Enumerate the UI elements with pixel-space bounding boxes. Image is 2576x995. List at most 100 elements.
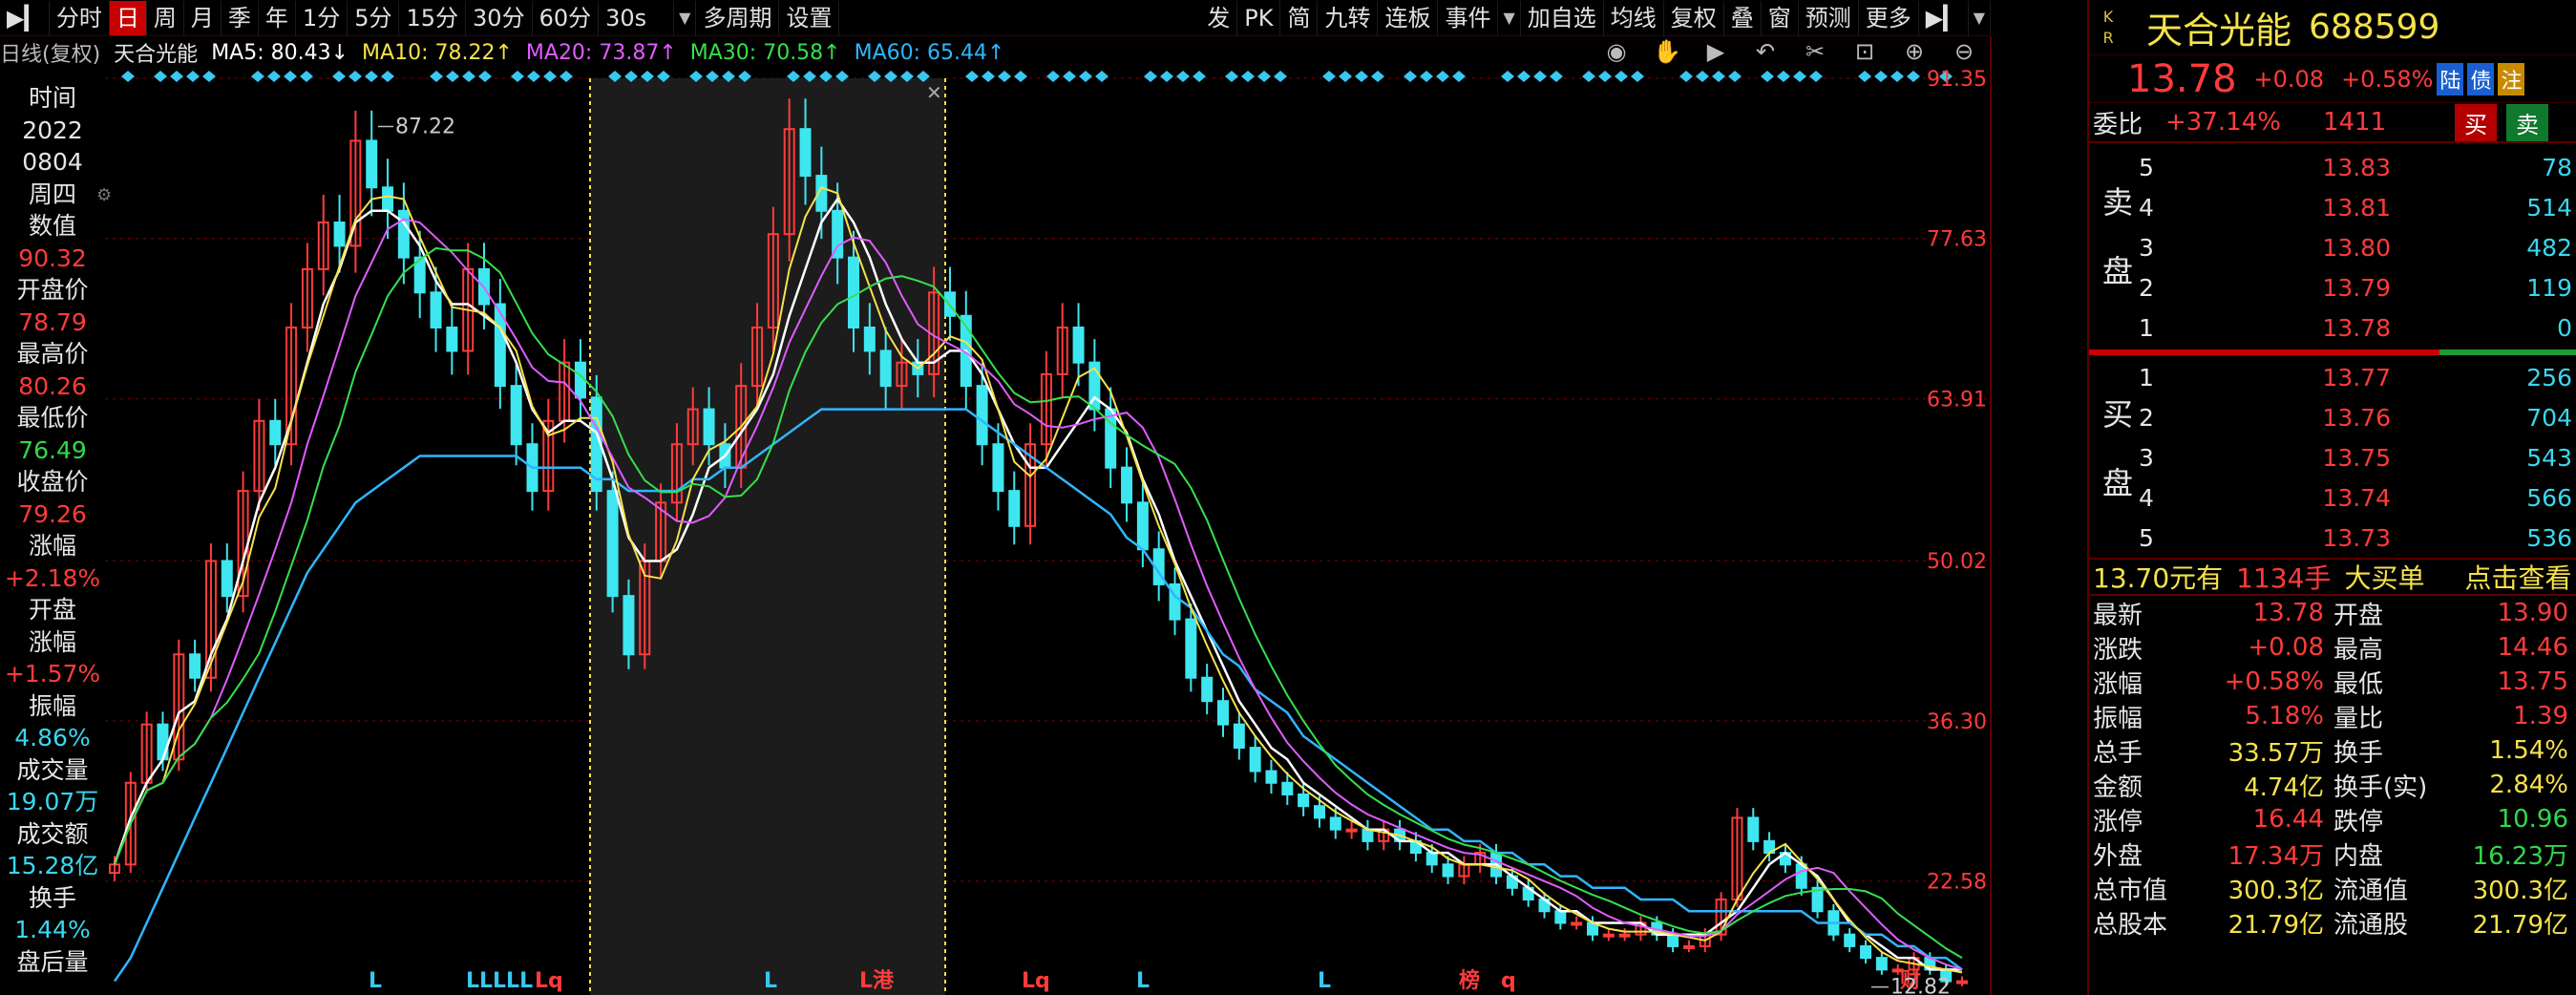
event-diamond[interactable] xyxy=(430,71,443,82)
event-diamond[interactable] xyxy=(1257,71,1271,82)
tab-60min[interactable]: 60分 xyxy=(533,0,600,35)
event-diamond[interactable] xyxy=(1322,71,1336,82)
bottom-marker[interactable]: L港 xyxy=(859,969,895,993)
event-diamond[interactable] xyxy=(1404,71,1417,82)
event-diamond[interactable] xyxy=(1176,71,1190,82)
ask-row-2[interactable]: 2 13.79 119 xyxy=(2089,267,2576,307)
event-diamond[interactable] xyxy=(1160,71,1173,82)
bottom-marker[interactable]: LLLLL xyxy=(466,969,533,993)
event-diamond[interactable] xyxy=(446,71,459,82)
bottom-marker[interactable]: q xyxy=(1501,969,1516,993)
tab-1min[interactable]: 1分 xyxy=(296,0,348,35)
tab-month[interactable]: 月 xyxy=(184,0,222,35)
event-diamond[interactable] xyxy=(365,71,378,82)
bid-row-2[interactable]: 2 13.76 704 xyxy=(2089,397,2576,437)
tab-30min[interactable]: 30分 xyxy=(466,0,533,35)
event-diamond[interactable] xyxy=(1712,71,1725,82)
period-label[interactable]: 日线(复权) xyxy=(0,37,100,68)
event-diamond[interactable] xyxy=(1598,71,1612,82)
more-button[interactable]: 更多 xyxy=(1859,0,1919,35)
ask-row-4[interactable]: 4 13.81 514 xyxy=(2089,187,2576,227)
event-diamond[interactable] xyxy=(1631,71,1644,82)
event-diamond[interactable] xyxy=(1761,71,1774,82)
adjust-button[interactable]: 复权 xyxy=(1664,0,1724,35)
nine-turn-button[interactable]: 九转 xyxy=(1318,0,1379,35)
event-diamond[interactable] xyxy=(1615,71,1628,82)
event-diamond[interactable] xyxy=(154,71,167,82)
event-diamond[interactable] xyxy=(1777,71,1790,82)
tab-day[interactable]: 日 xyxy=(109,0,147,35)
events-dropdown-icon[interactable]: ▼ xyxy=(1498,0,1521,35)
toolbar-collapse-icon[interactable]: ▶▎ xyxy=(0,0,50,35)
tab-minute[interactable]: 分时 xyxy=(50,0,110,35)
zoom-in-icon[interactable]: ⊕ xyxy=(1901,38,1928,65)
badge-zhai[interactable]: 债 xyxy=(2467,62,2495,95)
settings-button[interactable]: 设置 xyxy=(779,0,840,35)
event-diamond[interactable] xyxy=(348,71,362,82)
bottom-marker[interactable]: L xyxy=(1318,969,1331,993)
undo-icon[interactable]: ↶ xyxy=(1752,38,1779,65)
event-diamond[interactable] xyxy=(1436,71,1449,82)
bottom-marker[interactable]: 榜 xyxy=(1459,968,1480,993)
tab-quarter[interactable]: 季 xyxy=(222,0,259,35)
ask-row-1[interactable]: 1 13.78 0 xyxy=(2089,307,2576,348)
bottom-marker[interactable]: L xyxy=(369,969,382,993)
ask-row-3[interactable]: 3 13.80 482 xyxy=(2089,227,2576,267)
bid-row-4[interactable]: 4 13.74 566 xyxy=(2089,477,2576,518)
selected-range[interactable] xyxy=(590,78,945,995)
badge-zhu[interactable]: 注 xyxy=(2498,62,2525,95)
event-markers[interactable] xyxy=(121,71,1953,82)
event-diamond[interactable] xyxy=(1274,71,1287,82)
event-diamond[interactable] xyxy=(965,71,979,82)
window-button[interactable]: 窗 xyxy=(1762,0,1799,35)
bottom-marker[interactable]: Lq xyxy=(1022,969,1050,993)
event-diamond[interactable] xyxy=(1046,71,1060,82)
event-diamond[interactable] xyxy=(1079,71,1092,82)
badge-lu[interactable]: 陆 xyxy=(2437,62,2464,95)
bottom-marker[interactable]: Lq xyxy=(535,969,563,993)
event-diamond[interactable] xyxy=(267,71,281,82)
tab-30s[interactable]: 30s xyxy=(599,0,675,35)
kline-svg[interactable]: 91.3577.6363.9150.0236.3022.58 L LLLLL Lq L… xyxy=(105,67,1991,995)
tab-year[interactable]: 年 xyxy=(259,0,296,35)
tab-5min[interactable]: 5分 xyxy=(348,0,400,35)
pk-button[interactable]: PK xyxy=(1237,0,1281,35)
event-diamond[interactable] xyxy=(284,71,297,82)
event-diamond[interactable] xyxy=(1225,71,1238,82)
panel-toggle-icon[interactable]: ▶▎ xyxy=(1919,0,1969,35)
event-diamond[interactable] xyxy=(1371,71,1384,82)
hand-icon[interactable]: ✋ xyxy=(1653,38,1681,65)
event-diamond[interactable] xyxy=(1890,71,1904,82)
forecast-button[interactable]: 预测 xyxy=(1799,0,1859,35)
event-diamond[interactable] xyxy=(1339,71,1352,82)
publish-button[interactable]: 发 xyxy=(1200,0,1238,35)
event-diamond[interactable] xyxy=(381,71,394,82)
sell-button[interactable]: 卖 xyxy=(2506,103,2549,141)
bid-row-5[interactable]: 5 13.73 536 xyxy=(2089,518,2576,558)
bid-row-1[interactable]: 1 13.77 256 xyxy=(2089,357,2576,397)
event-diamond[interactable] xyxy=(1533,71,1547,82)
event-diamond[interactable] xyxy=(1907,71,1920,82)
event-diamond[interactable] xyxy=(1193,71,1206,82)
scissors-icon[interactable]: ✂ xyxy=(1802,38,1828,65)
bottom-marker[interactable]: L xyxy=(764,969,777,993)
event-diamond[interactable] xyxy=(202,71,216,82)
ask-row-5[interactable]: 5 13.83 78 xyxy=(2089,147,2576,187)
event-diamond[interactable] xyxy=(1728,71,1742,82)
event-diamond[interactable] xyxy=(1452,71,1466,82)
events-button[interactable]: 事件 xyxy=(1438,0,1499,35)
event-diamond[interactable] xyxy=(121,71,135,82)
event-diamond[interactable] xyxy=(1355,71,1368,82)
event-diamond[interactable] xyxy=(332,71,346,82)
event-diamond[interactable] xyxy=(1095,71,1109,82)
buy-button[interactable]: 买 xyxy=(2455,103,2498,141)
overlay-button[interactable]: 叠 xyxy=(1724,0,1762,35)
event-diamond[interactable] xyxy=(1241,71,1255,82)
eye-icon[interactable]: ◉ xyxy=(1603,38,1630,65)
ma-button[interactable]: 均线 xyxy=(1604,0,1664,35)
event-diamond[interactable] xyxy=(1144,71,1157,82)
lock-icon[interactable]: ⊡ xyxy=(1851,38,1878,65)
event-diamond[interactable] xyxy=(560,71,573,82)
limit-up-button[interactable]: 连板 xyxy=(1378,0,1439,35)
bid-row-3[interactable]: 3 13.75 543 xyxy=(2089,437,2576,477)
